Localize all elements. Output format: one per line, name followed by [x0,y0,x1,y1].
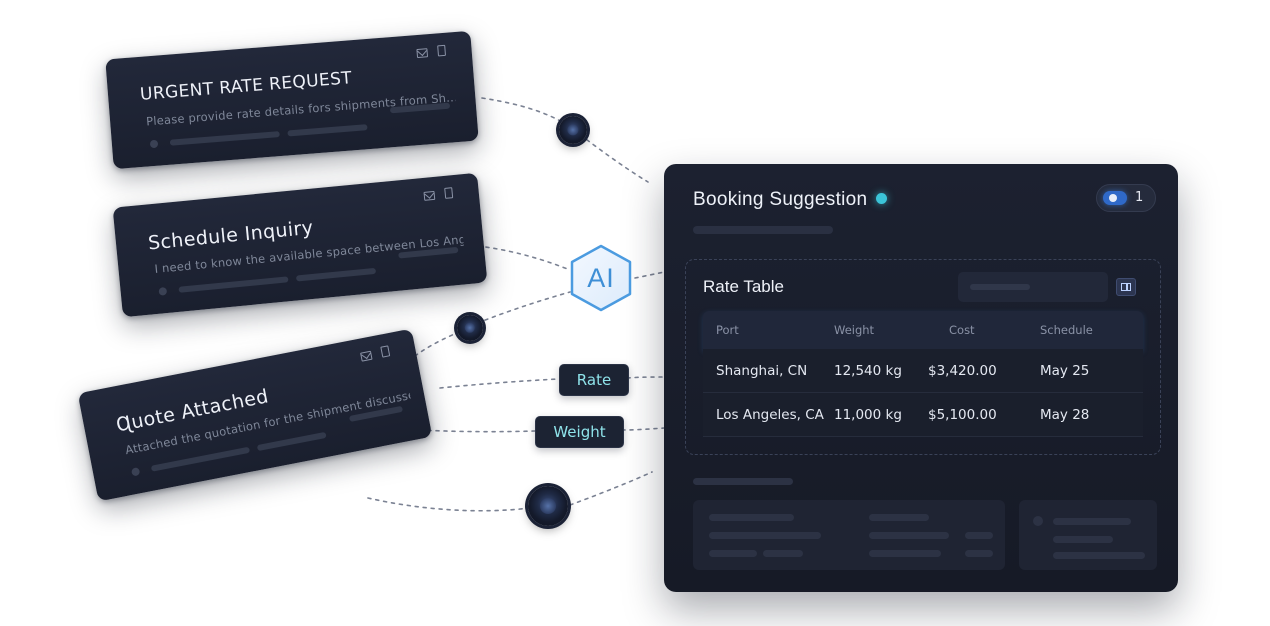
placeholder-bar [150,446,251,472]
connector-dot3-left [367,497,531,512]
connector-node [457,315,483,341]
placeholder-card [693,500,1005,570]
cell-cost: $5,100.00 [928,406,997,423]
placeholder-dot [130,467,141,477]
connector-ai-panel [634,271,665,279]
placeholder-bar [869,514,929,521]
cell-port: Shanghai, CN [716,362,808,379]
placeholder-bar [693,226,833,234]
mail-icon[interactable] [416,48,429,59]
connector-rate-panel [626,376,665,379]
mail-icon[interactable] [423,190,436,201]
placeholder-bar [1053,552,1145,559]
placeholder-bar [1053,536,1113,543]
placeholder-bar [178,276,289,293]
trash-icon[interactable] [380,345,391,358]
ai-label: AI [587,262,615,293]
connector-dot3-panel [569,471,653,506]
table-row[interactable]: Los Angeles, CA 11,000 kg $5,100.00 May … [703,393,1143,437]
status-dot [876,193,887,204]
canvas: URGENT RATE REQUEST Please provide rate … [0,0,1270,626]
booking-suggestion-panel: Booking Suggestion 1 Rate Table Port Wei… [664,164,1178,592]
card-title: URGENT RATE REQUEST [139,68,353,105]
placeholder-bar [709,550,757,557]
card-actions [423,187,454,201]
placeholder-bar [287,124,368,137]
column-header-port[interactable]: Port [716,311,739,349]
cell-weight: 11,000 kg [834,406,902,423]
card-actions [416,44,447,59]
placeholder-bar [295,267,377,282]
placeholder-bar [965,532,993,539]
cell-schedule: May 28 [1040,406,1090,423]
placeholder-bar [1053,518,1131,525]
table-header: Port Weight Cost Schedule [703,311,1143,350]
connector-card3-rate [439,378,559,389]
column-header-cost[interactable]: Cost [949,311,975,349]
toggle-switch[interactable] [1103,191,1127,205]
columns-icon[interactable] [1116,278,1136,296]
placeholder-bar [869,532,949,539]
trash-icon[interactable] [444,187,454,199]
column-header-weight[interactable]: Weight [834,311,874,349]
placeholder-dot [149,139,159,149]
card-actions [360,345,391,362]
placeholder-bar [693,478,793,485]
connector-node [559,116,587,144]
search-placeholder [958,272,1108,302]
connector-dot1-panel [573,129,649,183]
connector-dot2-ai [469,291,571,327]
placeholder-bar [1033,516,1043,526]
placeholder-card [1019,500,1157,570]
mail-icon[interactable] [360,350,373,362]
panel-title: Booking Suggestion [693,189,868,210]
placeholder-bar [869,550,941,557]
placeholder-bar [169,131,280,146]
connector-node [528,486,568,526]
placeholder-bar [763,550,803,557]
cell-port: Los Angeles, CA [716,406,824,423]
suggestion-toggle[interactable]: 1 [1096,184,1156,212]
placeholder-bar [709,514,794,521]
connector-weight-left [419,429,536,433]
connector-card2 [477,245,571,271]
column-header-schedule[interactable]: Schedule [1040,311,1093,349]
trash-icon[interactable] [437,44,447,57]
rate-table-title: Rate Table [703,277,784,296]
table-row[interactable]: Shanghai, CN 12,540 kg $3,420.00 May 25 [703,349,1143,393]
weight-tag[interactable]: Weight [535,416,624,448]
connector-weight-panel [621,427,665,431]
cell-weight: 12,540 kg [834,362,902,379]
placeholder-bar [965,550,993,557]
connector-card1 [481,97,573,129]
cell-cost: $3,420.00 [928,362,997,379]
placeholder-dot [158,286,168,296]
placeholder-bar [256,431,327,452]
toggle-count: 1 [1135,190,1144,205]
ai-processor-badge: AI [567,243,635,313]
rate-table-section: Rate Table Port Weight Cost Schedule Sha… [685,259,1161,455]
placeholder-bar [709,532,821,539]
cell-schedule: May 25 [1040,362,1090,379]
rate-tag[interactable]: Rate [559,364,629,396]
